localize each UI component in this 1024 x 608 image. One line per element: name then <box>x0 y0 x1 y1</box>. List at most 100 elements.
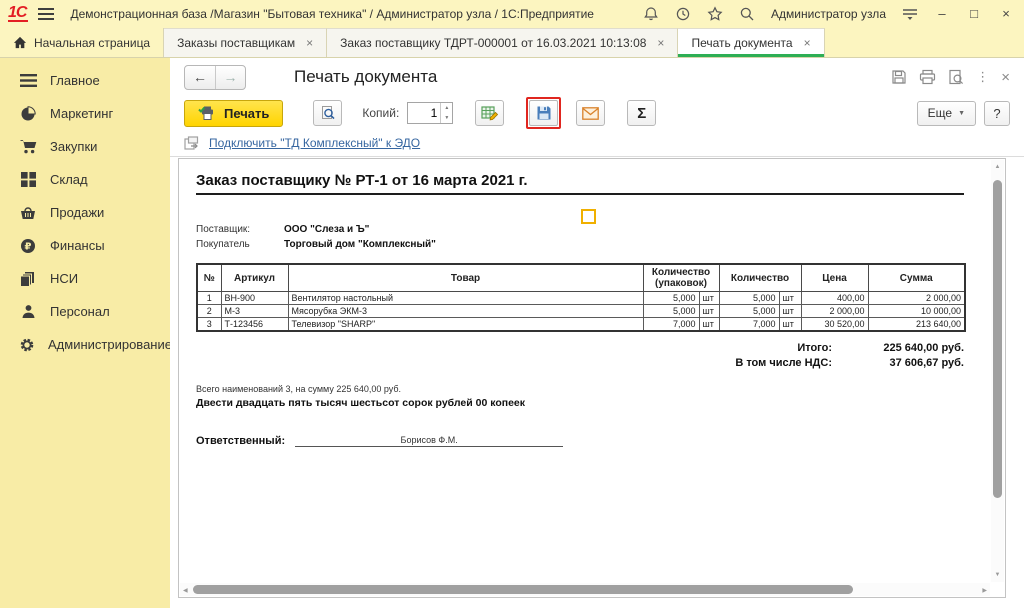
cell-sum: 2 000,00 <box>868 292 965 305</box>
cell-sum: 213 640,00 <box>868 318 965 332</box>
sidebar-item-label: Персонал <box>50 304 110 319</box>
tab-label: Заказы поставщикам <box>177 36 295 50</box>
copies-label: Копий: <box>362 106 399 120</box>
tab-label: Печать документа <box>691 36 792 50</box>
app-title: Демонстрационная база /Магазин "Бытовая … <box>70 7 594 21</box>
save-highlight-box <box>526 97 561 129</box>
tab-supplier-orders[interactable]: Заказы поставщикам × <box>164 28 327 57</box>
supplier-label: Поставщик: <box>196 222 284 237</box>
sidebar-item-sales[interactable]: Продажи <box>0 196 170 229</box>
cell-unit: шт <box>699 318 719 332</box>
nav-forward-button[interactable]: → <box>215 66 245 89</box>
sum-button-label: Σ <box>637 105 646 122</box>
table-header-row: № Артикул Товар Количество (упаковок) Ко… <box>197 264 965 292</box>
col-header: Цена <box>801 264 868 292</box>
books-icon <box>19 271 37 287</box>
scroll-right-icon[interactable]: ▶ <box>982 586 987 596</box>
cell-name: Мясорубка ЭКМ-3 <box>288 305 643 318</box>
title-rule <box>196 193 964 195</box>
spinner-up-icon[interactable]: ▲ <box>441 103 452 113</box>
col-header: Артикул <box>221 264 288 292</box>
scroll-up-icon[interactable]: ▲ <box>995 162 1001 172</box>
edo-connect-link[interactable]: Подключить "ТД Комплексный" к ЭДО <box>209 136 420 150</box>
spinner-down-icon[interactable]: ▼ <box>441 113 452 123</box>
sidebar-item-label: Маркетинг <box>50 106 113 121</box>
search-icon[interactable] <box>739 6 755 22</box>
gear-icon <box>19 337 35 353</box>
cell-num: 3 <box>197 318 221 332</box>
history-clock-icon[interactable] <box>675 6 691 22</box>
cell-num: 2 <box>197 305 221 318</box>
sidebar-item-administration[interactable]: Администрирование <box>0 328 170 361</box>
help-button-label: ? <box>993 106 1000 121</box>
tab-supplier-order-document[interactable]: Заказ поставщику ТДРТ-000001 от 16.03.20… <box>327 28 678 57</box>
warehouse-grid-icon <box>19 172 37 187</box>
close-tab-icon[interactable]: × <box>804 38 811 48</box>
close-window-button[interactable]: × <box>998 6 1014 22</box>
sum-button[interactable]: Σ <box>627 100 656 126</box>
copies-stepper: ▲ ▼ <box>407 102 453 124</box>
page-title: Печать документа <box>294 67 437 87</box>
table-row: 1 ВН-900 Вентилятор настольный 5,000 шт … <box>197 292 965 305</box>
preview-icon[interactable] <box>948 69 964 85</box>
favorites-star-icon[interactable] <box>707 6 723 22</box>
print-icon[interactable] <box>919 69 936 85</box>
sidebar-item-main[interactable]: Главное <box>0 64 170 97</box>
sidebar-item-marketing[interactable]: Маркетинг <box>0 97 170 130</box>
cell-qty: 7,000 <box>719 318 779 332</box>
save-icon[interactable] <box>891 69 907 85</box>
sidebar-item-purchasing[interactable]: Закупки <box>0 130 170 163</box>
cell-name: Телевизор "SHARP" <box>288 318 643 332</box>
floppy-disk-icon <box>536 105 552 121</box>
total-label: Итого: <box>797 341 832 356</box>
sidebar-item-finance[interactable]: ₽ Финансы <box>0 229 170 262</box>
person-icon <box>19 304 37 319</box>
horizontal-scrollbar-thumb[interactable] <box>193 585 853 594</box>
cell-unit: шт <box>779 318 801 332</box>
horizontal-scrollbar[interactable]: ◀ ▶ <box>180 583 990 596</box>
vertical-scrollbar[interactable]: ▲ ▼ <box>991 160 1004 582</box>
scroll-left-icon[interactable]: ◀ <box>183 586 188 596</box>
scroll-down-icon[interactable]: ▼ <box>995 570 1001 580</box>
table-row: 2 М-3 Мясорубка ЭКМ-3 5,000 шт 5,000 шт … <box>197 305 965 318</box>
close-tab-icon[interactable]: × <box>657 38 664 48</box>
minimize-button[interactable]: – <box>934 6 950 22</box>
save-document-button[interactable] <box>529 100 558 126</box>
vertical-scrollbar-thumb[interactable] <box>993 180 1002 498</box>
tab-print-document[interactable]: Печать документа × <box>678 28 824 57</box>
sidebar-item-personnel[interactable]: Персонал <box>0 295 170 328</box>
send-email-button[interactable] <box>576 100 605 126</box>
more-menu-kebab-icon[interactable]: ⋮ <box>976 69 989 85</box>
close-tab-icon[interactable]: × <box>306 38 313 48</box>
col-header: Количество <box>719 264 801 292</box>
more-button-label: Еще <box>928 106 952 120</box>
notifications-bell-icon[interactable] <box>643 6 659 22</box>
1c-logo: 1С <box>8 6 28 22</box>
hamburger-menu-icon[interactable] <box>38 8 54 20</box>
vat-label: В том числе НДС: <box>735 356 832 371</box>
ruble-coin-icon: ₽ <box>19 238 37 254</box>
cell-sum: 10 000,00 <box>868 305 965 318</box>
sidebar-item-warehouse[interactable]: Склад <box>0 163 170 196</box>
more-button[interactable]: Еще ▼ <box>917 101 976 126</box>
nav-back-button[interactable]: ← <box>185 66 215 89</box>
sidebar-item-nsi[interactable]: НСИ <box>0 262 170 295</box>
table-settings-button[interactable] <box>475 100 504 126</box>
tab-home[interactable]: Начальная страница <box>0 28 164 57</box>
preview-button[interactable] <box>313 100 342 126</box>
printer-check-icon <box>198 105 216 121</box>
cart-icon <box>19 139 37 154</box>
cell-qty: 5,000 <box>719 305 779 318</box>
cell-qty-pack: 7,000 <box>643 318 699 332</box>
maximize-button[interactable]: □ <box>966 6 982 22</box>
help-button[interactable]: ? <box>984 101 1010 126</box>
print-button[interactable]: Печать <box>184 100 283 127</box>
cell-unit: шт <box>699 292 719 305</box>
hide-panels-icon[interactable] <box>902 7 918 21</box>
copies-input[interactable] <box>408 103 440 123</box>
close-form-icon[interactable]: × <box>1001 69 1010 86</box>
spreadsheet-print-preview[interactable]: Заказ поставщику № РТ-1 от 16 марта 2021… <box>178 158 1006 598</box>
cell-unit: шт <box>699 305 719 318</box>
sidebar-item-label: НСИ <box>50 271 78 286</box>
cell-name: Вентилятор настольный <box>288 292 643 305</box>
